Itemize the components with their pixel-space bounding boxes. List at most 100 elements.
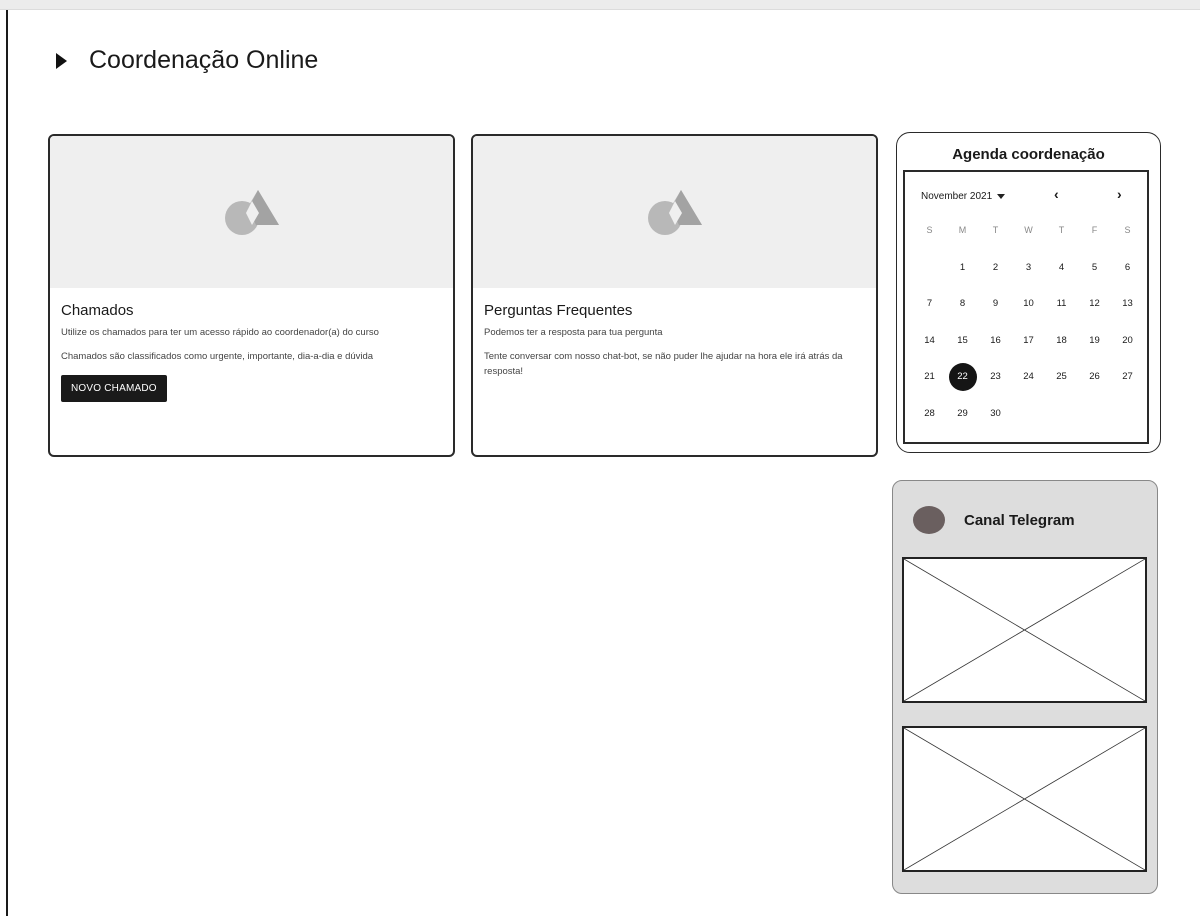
calendar-day-label: 13 xyxy=(1122,298,1133,309)
novo-chamado-button[interactable]: NOVO CHAMADO xyxy=(61,375,167,402)
agenda-title: Agenda coordenação xyxy=(952,146,1105,163)
card-media xyxy=(50,136,453,288)
calendar-day-label: 3 xyxy=(1025,261,1032,273)
weekday-row: SMTWTFS xyxy=(913,225,1145,262)
calendar-day[interactable]: 19 xyxy=(1078,335,1111,346)
calendar-day[interactable]: 3 xyxy=(1012,262,1045,273)
calendar-day[interactable]: 26 xyxy=(1078,371,1111,382)
calendar-day-label: 17 xyxy=(1023,334,1034,346)
calendar-day-label: 8 xyxy=(959,298,966,309)
placeholder-cross-icon xyxy=(904,559,1145,701)
image-placeholder xyxy=(902,557,1147,703)
calendar-day-label: 20 xyxy=(1122,334,1133,346)
card-text: Chamados são classificados como urgente,… xyxy=(61,351,374,362)
calendar-day[interactable]: 2 xyxy=(979,262,1012,273)
calendar-day-label: 14 xyxy=(924,334,935,346)
calendar-day[interactable]: 25 xyxy=(1045,371,1078,382)
card-media xyxy=(473,136,876,288)
calendar-day[interactable]: 30 xyxy=(979,408,1012,419)
card-chamados: Chamados Utilize os chamados para ter um… xyxy=(48,134,455,457)
calendar-day-label: 5 xyxy=(1091,261,1098,273)
calendar-day-label: 21 xyxy=(924,371,935,382)
telegram-title: Canal Telegram xyxy=(964,512,1075,529)
calendar-day[interactable]: 18 xyxy=(1045,335,1078,346)
calendar-day-label: 23 xyxy=(990,371,1001,382)
calendar-day[interactable]: 8 xyxy=(946,298,979,309)
calendar-day[interactable]: 11 xyxy=(1045,298,1078,309)
calendar-day-label: 10 xyxy=(1023,298,1034,309)
image-placeholder-icon xyxy=(647,190,702,235)
weekday-label: S xyxy=(1124,225,1131,235)
card-perguntas-frequentes: Perguntas Frequentes Podemos ter a respo… xyxy=(471,134,878,457)
telegram-panel: Canal Telegram xyxy=(892,480,1158,894)
calendar-day[interactable]: 10 xyxy=(1012,298,1045,309)
calendar-day-label: 22 xyxy=(948,363,977,391)
calendar-day[interactable]: 15 xyxy=(946,335,979,346)
calendar-day[interactable]: 29 xyxy=(946,408,979,419)
card-body: Chamados Utilize os chamados para ter um… xyxy=(50,288,453,402)
card-text: Podemos ter a resposta para tua pergunta xyxy=(484,327,663,338)
calendar-day[interactable]: 20 xyxy=(1111,335,1144,346)
weekday-label: T xyxy=(1058,225,1065,235)
calendar-day[interactable]: 14 xyxy=(913,335,946,346)
weekday-label: F xyxy=(1091,225,1098,235)
top-strip xyxy=(0,0,1200,10)
chevron-right-icon[interactable]: › xyxy=(1117,186,1122,202)
calendar-day[interactable]: 24 xyxy=(1012,371,1045,382)
calendar: November 2021 ‹ › S M T W T F S 1 2 3 4 5 6 7 8 9 10 11 12… xyxy=(903,170,1149,444)
calendar-day[interactable]: 23 xyxy=(979,371,1012,382)
calendar-day-label: 26 xyxy=(1089,371,1100,382)
page-title: Coordenação Online xyxy=(89,46,319,74)
calendar-day[interactable]: 12 xyxy=(1078,298,1111,309)
calendar-day-label: 11 xyxy=(1056,298,1067,309)
calendar-day-label: 16 xyxy=(990,334,1001,346)
month-selector[interactable]: November 2021 xyxy=(921,191,1006,202)
calendar-day-label: 18 xyxy=(1056,334,1067,346)
calendar-day[interactable]: 5 xyxy=(1078,262,1111,273)
agenda-panel: Agenda coordenação November 2021 ‹ › S M T… xyxy=(896,132,1161,453)
chevron-left-icon[interactable]: ‹ xyxy=(1054,186,1059,202)
weekday-label: T xyxy=(992,225,999,235)
calendar-day[interactable]: 17 xyxy=(1012,335,1045,346)
calendar-day[interactable]: 6 xyxy=(1111,262,1144,273)
week-row: 21 22 23 24 25 26 27 xyxy=(913,363,1145,408)
calendar-day-label: 30 xyxy=(990,407,1001,419)
image-placeholder xyxy=(902,726,1147,872)
calendar-day-label: 9 xyxy=(992,298,999,309)
calendar-day[interactable]: 16 xyxy=(979,335,1012,346)
calendar-day[interactable]: 21 xyxy=(913,371,946,382)
month-label: November 2021 xyxy=(921,191,993,202)
card-body: Perguntas Frequentes Podemos ter a respo… xyxy=(473,288,876,379)
card-text: Tente conversar com nosso chat-bot, se n… xyxy=(484,351,843,377)
calendar-day-label: 2 xyxy=(992,261,999,273)
calendar-day-label: 15 xyxy=(957,334,968,346)
week-row: 14 15 16 17 18 19 20 xyxy=(913,335,1145,372)
week-row: 1 2 3 4 5 6 xyxy=(913,262,1145,299)
calendar-day[interactable]: 27 xyxy=(1111,371,1144,382)
calendar-day-selected[interactable]: 22 xyxy=(946,363,979,391)
calendar-day-label: 24 xyxy=(1023,371,1034,382)
weekday-label: M xyxy=(958,225,967,235)
calendar-day-label: 1 xyxy=(959,261,966,273)
calendar-day[interactable]: 28 xyxy=(913,408,946,419)
calendar-day-label: 4 xyxy=(1058,261,1065,273)
calendar-day[interactable]: 13 xyxy=(1111,298,1144,309)
caret-right-icon[interactable] xyxy=(56,52,67,69)
calendar-day-label: 7 xyxy=(926,298,933,309)
weekday-label: W xyxy=(1024,225,1033,235)
card-title: Chamados xyxy=(61,302,134,319)
page-header: Coordenação Online xyxy=(56,46,318,75)
card-text: Utilize os chamados para ter um acesso r… xyxy=(61,327,379,338)
placeholder-cross-icon xyxy=(904,728,1145,870)
calendar-day[interactable]: 1 xyxy=(946,262,979,273)
weekday-label: S xyxy=(926,225,933,235)
week-row: 28 29 30 xyxy=(913,408,1145,445)
calendar-day-label: 6 xyxy=(1124,261,1131,273)
calendar-day[interactable]: 7 xyxy=(913,298,946,309)
calendar-day[interactable]: 9 xyxy=(979,298,1012,309)
left-rule xyxy=(6,10,8,916)
calendar-grid: S M T W T F S 1 2 3 4 5 6 7 8 9 10 11 12 13 14 15 16 17 18 19 20 21… xyxy=(913,225,1145,444)
calendar-day-label: 29 xyxy=(957,407,968,419)
calendar-day[interactable]: 4 xyxy=(1045,262,1078,273)
calendar-day-label: 25 xyxy=(1056,371,1067,382)
